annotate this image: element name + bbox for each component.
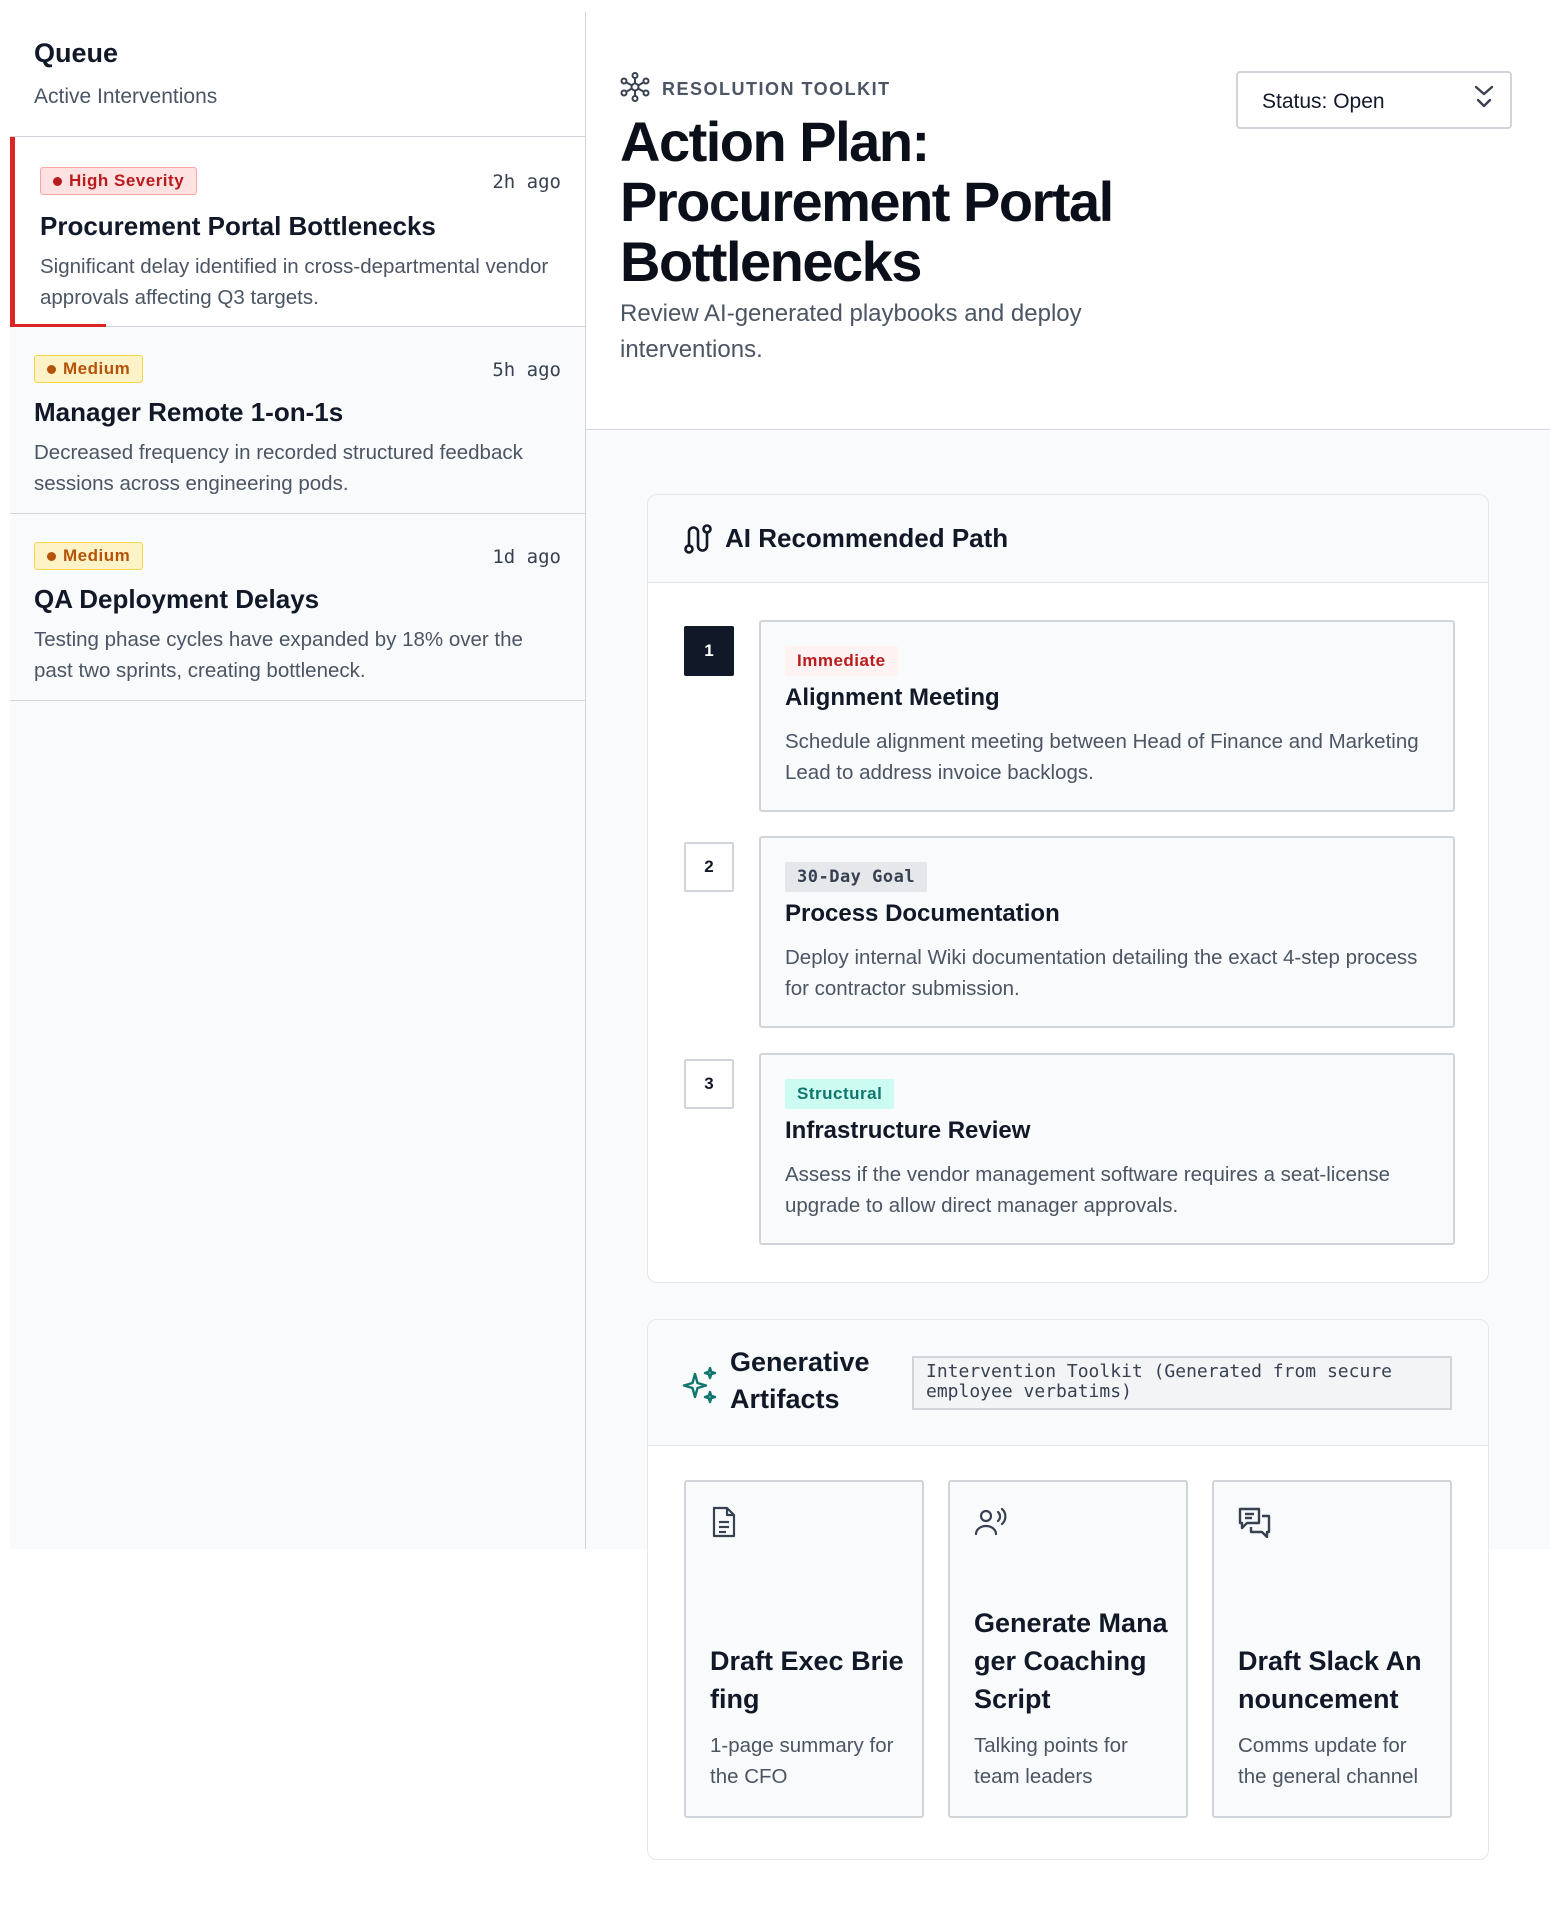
queue-item-remote-1on1s[interactable]: Medium 5h ago Manager Remote 1-on-1s Dec… (10, 327, 585, 514)
step-description: Schedule alignment meeting between Head … (785, 730, 1419, 784)
artifact-content: Draft Exec Briefing 1-page summary for t… (710, 1642, 908, 1792)
card-title: AI Recommended Path (725, 523, 1009, 553)
queue-item-description: Decreased frequency in recorded structur… (34, 441, 523, 495)
queue-item-title: Procurement Portal Bottlenecks (40, 211, 436, 241)
step-tag: Immediate (785, 646, 898, 676)
status-dropdown-value: Status: Open (1262, 90, 1385, 113)
step-description: Deploy internal Wiki documentation detai… (785, 946, 1418, 1000)
queue-item-title: Manager Remote 1-on-1s (34, 397, 344, 427)
severity-badge: Medium (34, 542, 144, 570)
step-title: Process Documentation (785, 900, 1060, 927)
step-card-alignment[interactable]: Immediate Alignment Meeting Schedule ali… (759, 620, 1455, 812)
sparkles-icon (682, 1366, 718, 1409)
sidebar-title: Queue (34, 38, 119, 68)
artifact-exec-briefing[interactable]: Draft Exec Briefing 1-page summary for t… (684, 1480, 924, 1818)
toolkit-note: Intervention Toolkit (Generated from sec… (912, 1356, 1452, 1410)
card-header: Generative Artifacts Intervention Toolki… (648, 1320, 1488, 1446)
step-tag: 30-Day Goal (785, 862, 928, 892)
generative-artifacts-card: Generative Artifacts Intervention Toolki… (647, 1319, 1489, 1860)
queue-item-time: 2h ago (492, 171, 561, 193)
artifact-description: 1-page summary for the CFO (710, 1734, 894, 1788)
severity-badge: High Severity (40, 167, 198, 195)
queue-item-time: 1d ago (492, 546, 561, 568)
main-header: RESOLUTION TOOLKIT Action Plan: Procurem… (586, 12, 1550, 430)
eyebrow: RESOLUTION TOOLKIT (620, 72, 891, 107)
queue-item-time: 5h ago (492, 359, 561, 381)
severity-badge-label: Medium (63, 359, 131, 378)
artifact-content: Generate Manager Coaching Script Talking… (974, 1604, 1172, 1792)
queue-item-title: QA Deployment Delays (34, 584, 320, 614)
document-icon (710, 1506, 738, 1543)
severity-badge-label: High Severity (69, 171, 185, 190)
sidebar-subtitle: Active Interventions (34, 85, 218, 108)
chevron-down-icon (1470, 83, 1498, 118)
step-number: 2 (684, 842, 734, 892)
speaking-person-icon (974, 1506, 1010, 1541)
recommended-path-card: AI Recommended Path 1 Immediate Alignmen… (647, 494, 1489, 1283)
queue-item-description: Significant delay identified in cross-de… (40, 255, 549, 309)
sidebar-header: Queue Active Interventions (10, 12, 585, 137)
artifact-title: Generate Manager Coaching Script (974, 1608, 1168, 1714)
severity-dot-icon (47, 551, 56, 561)
chat-bubbles-icon (1238, 1506, 1272, 1543)
step-tag: Structural (785, 1079, 895, 1109)
active-indicator (10, 137, 15, 326)
page-title: Action Plan: Procurement Portal Bottlene… (620, 110, 1114, 293)
step-number: 3 (684, 1059, 734, 1109)
step-title: Infrastructure Review (785, 1117, 1031, 1144)
queue-item-description: Testing phase cycles have expanded by 18… (34, 628, 523, 682)
page-subtitle: Review AI-generated playbooks and deploy… (620, 300, 1082, 363)
step-card-documentation[interactable]: 30-Day Goal Process Documentation Deploy… (759, 836, 1455, 1028)
step-description: Assess if the vendor management software… (785, 1163, 1391, 1217)
severity-badge-label: Medium (63, 546, 131, 565)
artifact-description: Talking points for team leaders (974, 1734, 1128, 1788)
artifact-title: Draft Exec Briefing (710, 1646, 904, 1714)
artifact-slack-announcement[interactable]: Draft Slack Announcement Comms update fo… (1212, 1480, 1452, 1818)
severity-badge: Medium (34, 355, 144, 383)
route-icon (683, 523, 713, 560)
queue-item-procurement[interactable]: High Severity 2h ago Procurement Portal … (10, 137, 585, 327)
step-title: Alignment Meeting (785, 684, 1000, 711)
artifact-description: Comms update for the general channel (1238, 1734, 1419, 1788)
network-nodes-icon (620, 72, 650, 107)
eyebrow-label: RESOLUTION TOOLKIT (662, 79, 891, 99)
queue-sidebar: Queue Active Interventions High Severity… (10, 12, 586, 1549)
artifact-title: Draft Slack Announcement (1238, 1646, 1422, 1714)
step-card-infrastructure[interactable]: Structural Infrastructure Review Assess … (759, 1053, 1455, 1245)
artifact-coaching-script[interactable]: Generate Manager Coaching Script Talking… (948, 1480, 1188, 1818)
card-header: AI Recommended Path (648, 495, 1488, 583)
severity-dot-icon (47, 364, 56, 374)
artifact-content: Draft Slack Announcement Comms update fo… (1238, 1642, 1436, 1792)
queue-item-qa-delays[interactable]: Medium 1d ago QA Deployment Delays Testi… (10, 514, 585, 701)
severity-dot-icon (53, 176, 62, 186)
card-title: Generative Artifacts (730, 1347, 870, 1414)
step-number: 1 (684, 626, 734, 676)
status-dropdown[interactable]: Status: Open (1236, 71, 1512, 129)
